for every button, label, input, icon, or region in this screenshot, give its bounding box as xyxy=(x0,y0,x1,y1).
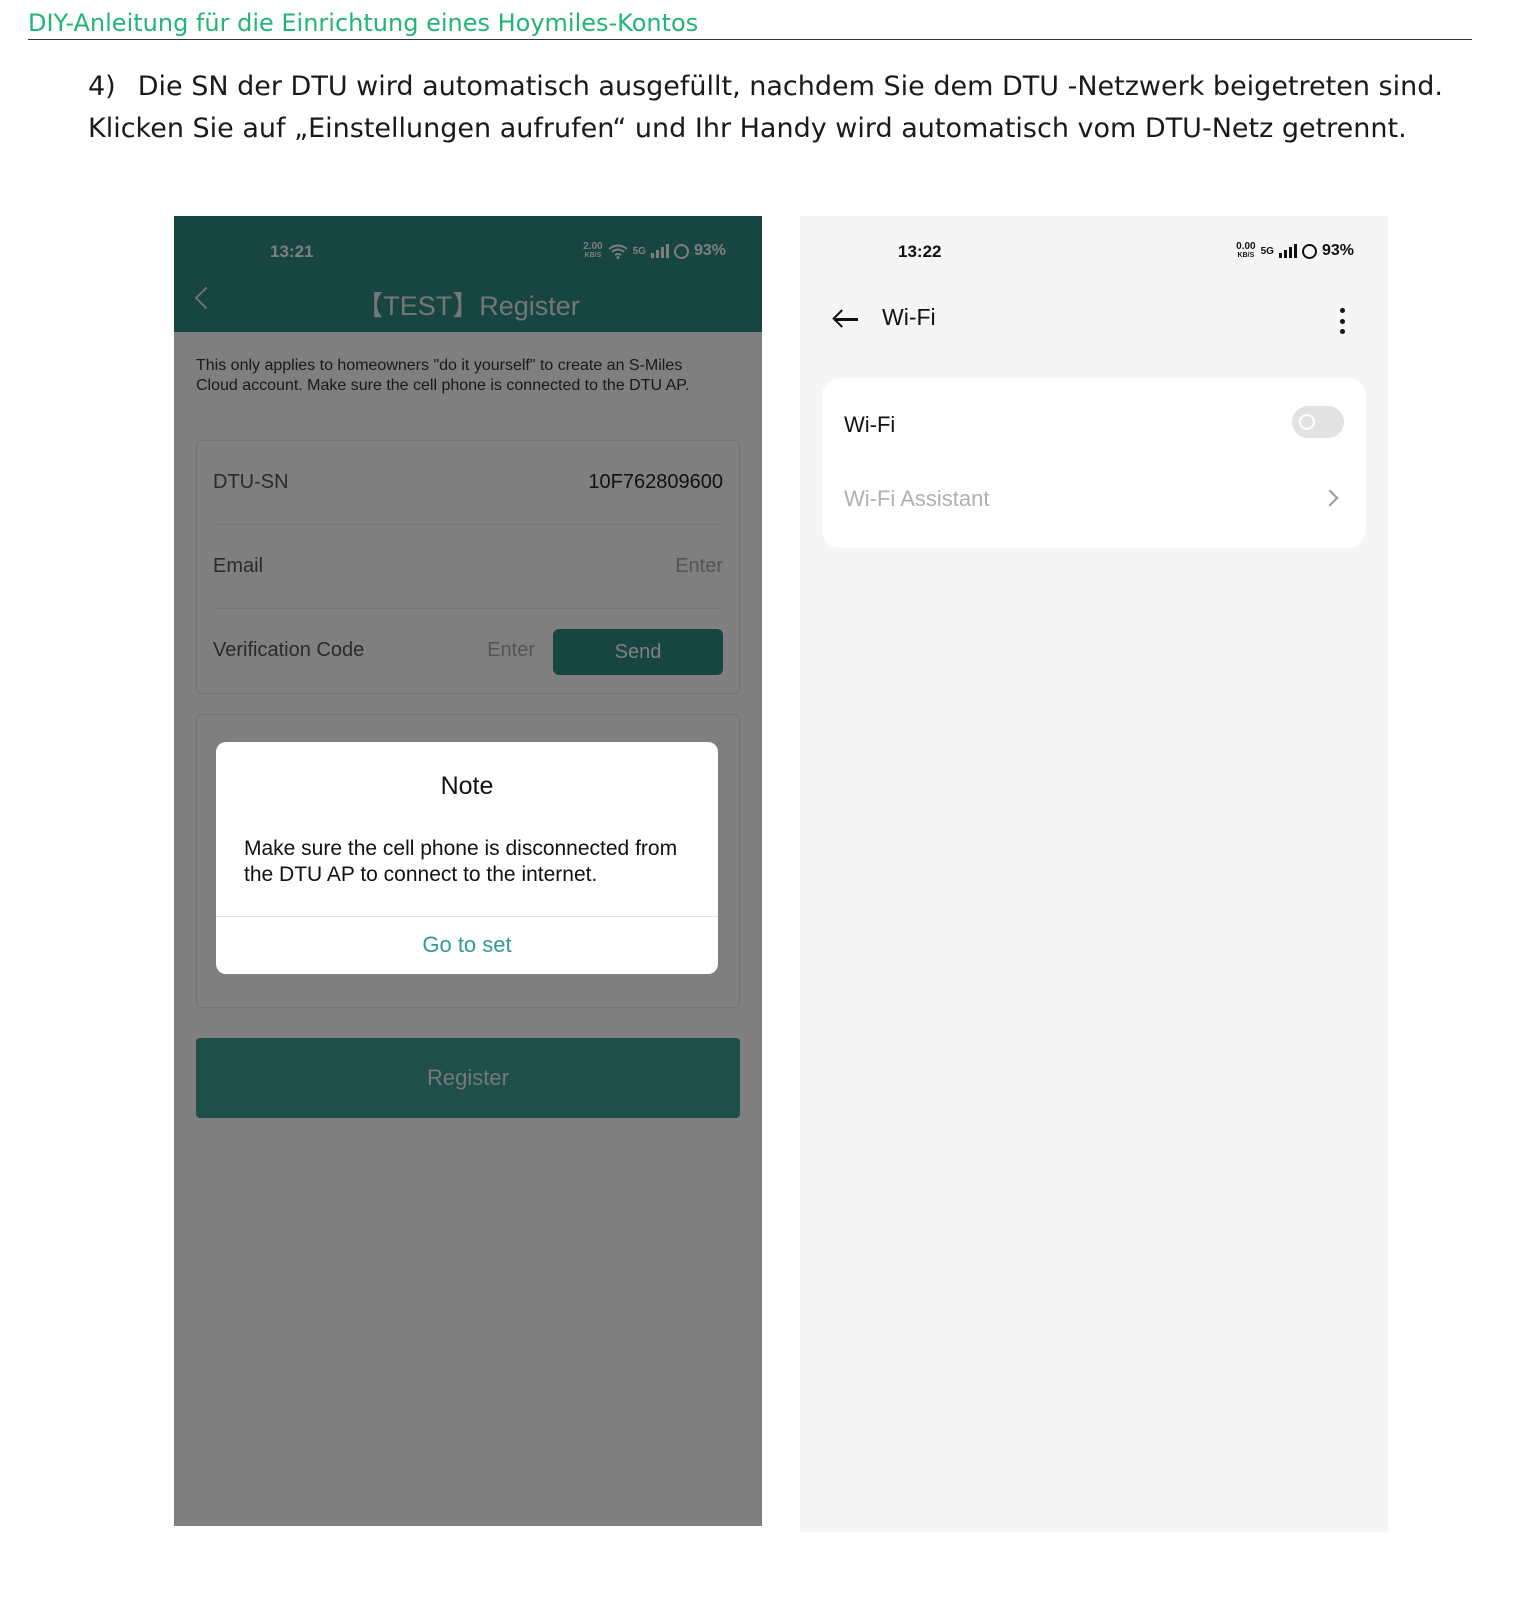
chevron-right-icon xyxy=(1321,489,1339,507)
wifi-assistant-label: Wi-Fi Assistant xyxy=(844,486,990,511)
step-description: Die SN der DTU wird automatisch ausgefül… xyxy=(88,71,1443,144)
back-arrow-icon[interactable] xyxy=(832,308,860,330)
step-instruction: 4) Die SN der DTU wird automatisch ausgef… xyxy=(88,66,1478,150)
toggle-knob xyxy=(1299,414,1315,430)
dialog-title: Note xyxy=(440,772,494,800)
wifi-toggle-row[interactable]: Wi-Fi xyxy=(844,388,1344,462)
document-header: DIY-Anleitung für die Einrichtung eines … xyxy=(28,8,1472,40)
wifi-settings-screen: 13:22 0.00 KB/S 5G 93% Wi-Fi Wi-Fi Wi-Fi … xyxy=(800,216,1388,1532)
wifi-label: Wi-Fi xyxy=(844,412,896,437)
dialog-message: Make sure the cell phone is disconnected… xyxy=(244,837,678,886)
battery-level: 93% xyxy=(1321,242,1354,259)
wifi-assistant-row[interactable]: Wi-Fi Assistant xyxy=(844,462,1344,536)
settings-title: Wi-Fi xyxy=(882,304,936,330)
modal-overlay-top xyxy=(174,216,762,332)
wifi-toggle[interactable] xyxy=(1292,406,1344,438)
go-to-set-button[interactable]: Go to set xyxy=(216,916,718,974)
network-type: 5G xyxy=(1260,245,1274,257)
step-number: 4) xyxy=(88,71,116,102)
status-icons: 0.00 KB/S 5G 93% xyxy=(1236,242,1354,260)
status-time: 13:22 xyxy=(898,242,942,261)
note-dialog: Note Make sure the cell phone is disconn… xyxy=(216,742,718,974)
wifi-settings-card: Wi-Fi Wi-Fi Assistant xyxy=(822,378,1366,548)
more-vertical-icon[interactable] xyxy=(1340,308,1346,334)
battery-icon xyxy=(1301,243,1317,259)
signal-icon xyxy=(1278,244,1297,258)
network-speed: 0.00 KB/S xyxy=(1236,241,1256,260)
register-screen: 13:21 2.00KB/S 5G 93% 【TEST】Register Thi… xyxy=(174,216,762,1526)
